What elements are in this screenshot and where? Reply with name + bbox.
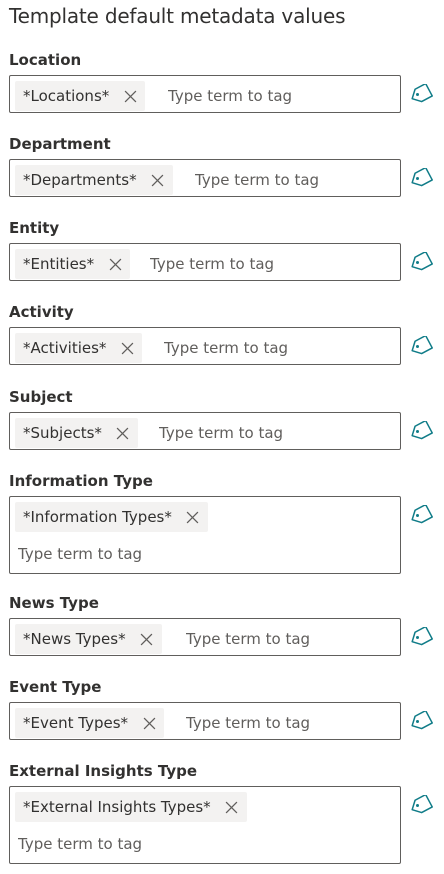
entity-field: Entity *Entities*: [9, 218, 439, 288]
close-icon[interactable]: [178, 502, 208, 532]
information-type-term-input[interactable]: [18, 539, 388, 569]
tag-icon[interactable]: [408, 419, 434, 443]
news-type-term-label: *News Types*: [23, 630, 126, 648]
subject-term-label: *Subjects*: [23, 424, 102, 442]
close-icon[interactable]: [108, 418, 138, 448]
activity-term-picker[interactable]: *Activities*: [9, 327, 401, 365]
subject-term-chip: *Subjects*: [15, 418, 138, 448]
department-label: Department: [9, 135, 111, 153]
activity-field: Activity *Activities*: [9, 302, 439, 372]
entity-term-picker[interactable]: *Entities*: [9, 243, 401, 281]
department-term-input[interactable]: [195, 165, 393, 195]
activity-term-label: *Activities*: [23, 339, 107, 357]
subject-label: Subject: [9, 388, 73, 406]
information-type-term-chip: *Information Types*: [15, 502, 208, 532]
department-term-picker[interactable]: *Departments*: [9, 159, 401, 197]
close-icon[interactable]: [132, 624, 162, 654]
news-type-term-picker[interactable]: *News Types*: [9, 618, 401, 656]
tag-icon[interactable]: [408, 709, 434, 733]
news-type-term-input[interactable]: [186, 624, 393, 654]
page-title: Template default metadata values: [9, 4, 346, 28]
location-term-label: *Locations*: [23, 87, 110, 105]
external-insights-type-term-input[interactable]: [18, 829, 388, 859]
close-icon[interactable]: [112, 333, 142, 363]
external-insights-type-term-chip: *External Insights Types*: [15, 792, 247, 822]
information-type-term-picker[interactable]: *Information Types*: [9, 496, 401, 574]
department-term-chip: *Departments*: [15, 165, 173, 195]
close-icon[interactable]: [217, 792, 247, 822]
external-insights-type-label: External Insights Type: [9, 762, 198, 780]
tag-icon[interactable]: [408, 625, 434, 649]
news-type-term-chip: *News Types*: [15, 624, 162, 654]
close-icon[interactable]: [143, 165, 173, 195]
tag-icon[interactable]: [408, 334, 434, 358]
tag-icon[interactable]: [408, 250, 434, 274]
subject-term-picker[interactable]: *Subjects*: [9, 412, 401, 450]
location-label: Location: [9, 51, 82, 69]
close-icon[interactable]: [115, 81, 145, 111]
activity-term-input[interactable]: [164, 333, 393, 363]
entity-label: Entity: [9, 219, 60, 237]
event-type-label: Event Type: [9, 678, 102, 696]
activity-term-chip: *Activities*: [15, 333, 143, 363]
close-icon[interactable]: [134, 708, 164, 738]
information-type-field: Information Type *Information Types*: [9, 471, 439, 581]
entity-term-chip: *Entities*: [15, 249, 131, 279]
entity-term-label: *Entities*: [23, 255, 95, 273]
subject-field: Subject *Subjects*: [9, 387, 439, 457]
information-type-label: Information Type: [9, 472, 153, 490]
entity-term-input[interactable]: [150, 249, 393, 279]
location-term-picker[interactable]: *Locations*: [9, 75, 401, 113]
tag-icon[interactable]: [408, 166, 434, 190]
news-type-label: News Type: [9, 594, 99, 612]
location-field: Location *Locations*: [9, 50, 439, 120]
news-type-field: News Type *News Types*: [9, 593, 439, 663]
close-icon[interactable]: [100, 249, 130, 279]
tag-icon[interactable]: [408, 793, 434, 817]
external-insights-type-term-picker[interactable]: *External Insights Types*: [9, 786, 401, 864]
location-term-input[interactable]: [168, 81, 393, 111]
event-type-term-picker[interactable]: *Event Types*: [9, 702, 401, 740]
activity-label: Activity: [9, 303, 74, 321]
department-field: Department *Departments*: [9, 134, 439, 204]
tag-icon[interactable]: [408, 503, 434, 527]
external-insights-type-field: External Insights Type *External Insight…: [9, 761, 439, 871]
department-term-label: *Departments*: [23, 171, 137, 189]
location-term-chip: *Locations*: [15, 81, 146, 111]
event-type-term-input[interactable]: [186, 708, 393, 738]
tag-icon[interactable]: [408, 82, 434, 106]
subject-term-input[interactable]: [159, 418, 393, 448]
event-type-field: Event Type *Event Types*: [9, 677, 439, 747]
event-type-term-chip: *Event Types*: [15, 708, 165, 738]
information-type-term-label: *Information Types*: [23, 508, 172, 526]
event-type-term-label: *Event Types*: [23, 714, 129, 732]
external-insights-type-term-label: *External Insights Types*: [23, 798, 211, 816]
